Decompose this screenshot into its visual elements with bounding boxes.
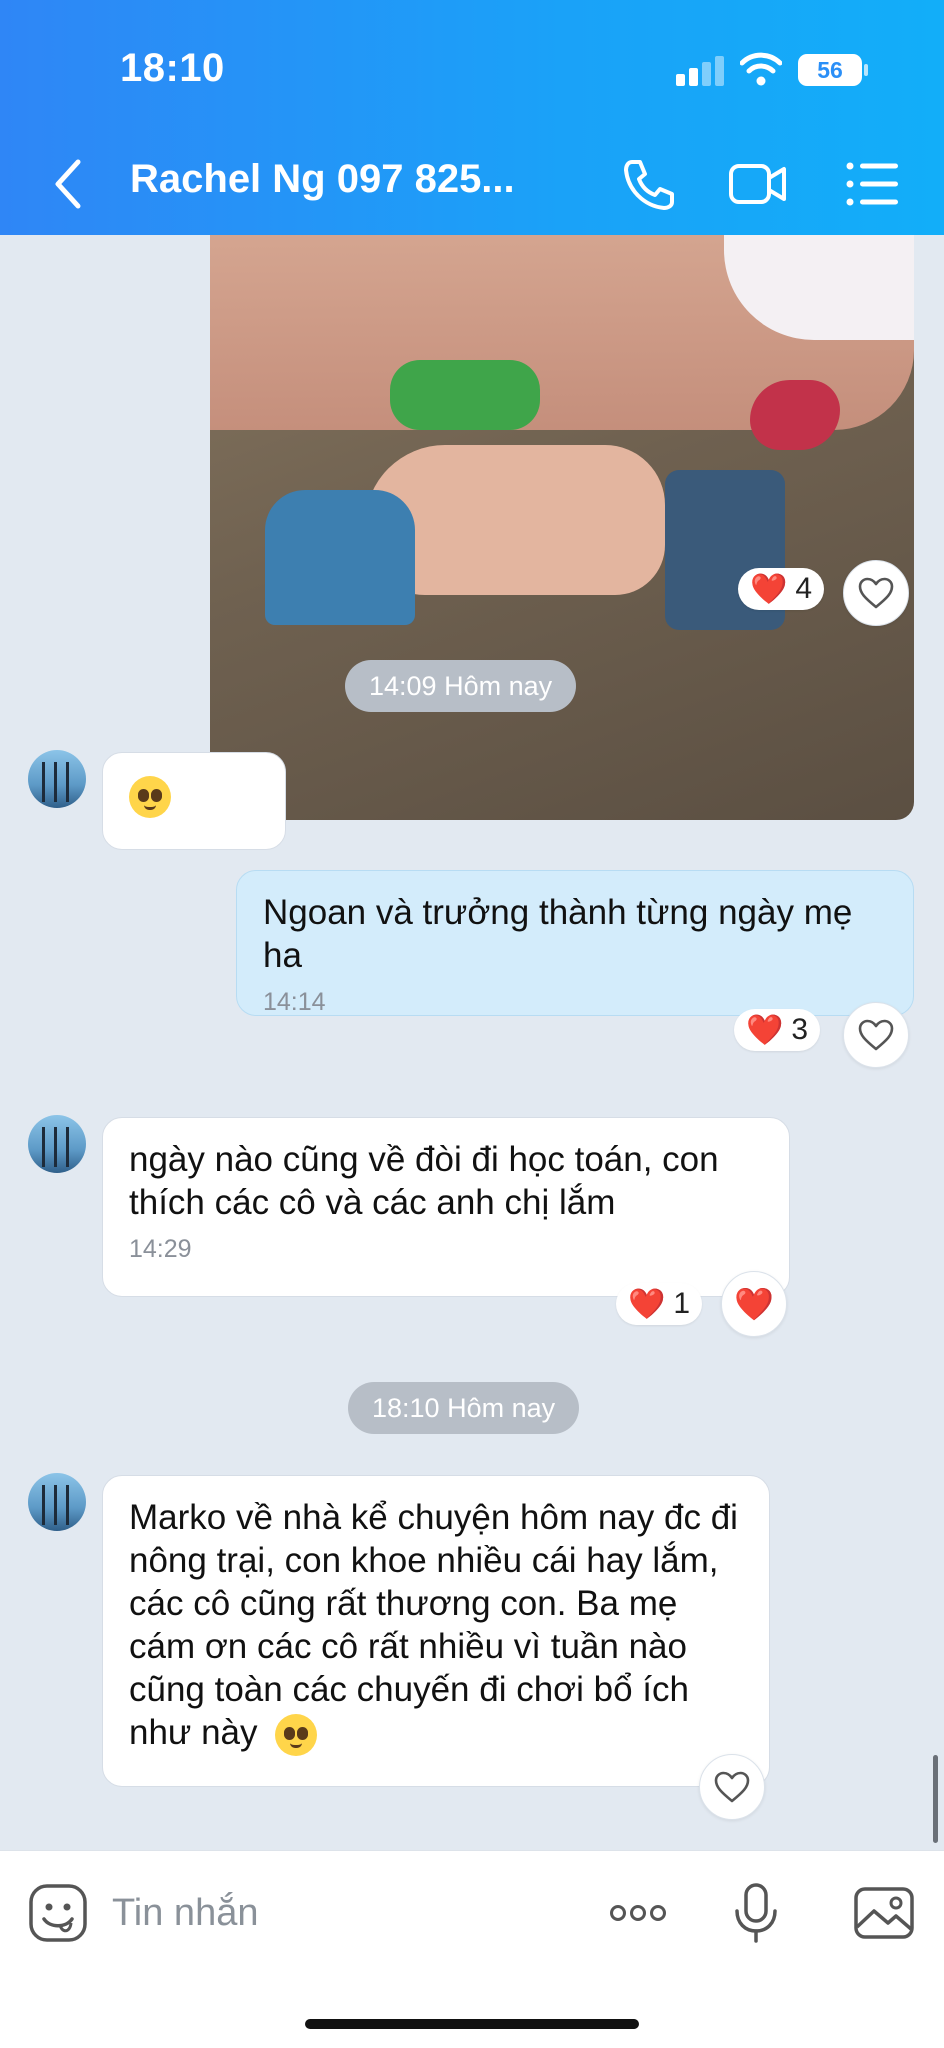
- phone-icon[interactable]: [618, 156, 678, 212]
- wifi-icon: [740, 52, 782, 86]
- message-bubble[interactable]: ngày nào cũng về đòi đi học toán, con th…: [102, 1117, 790, 1297]
- like-button[interactable]: [843, 560, 909, 626]
- video-camera-icon[interactable]: [728, 156, 788, 212]
- avatar[interactable]: [28, 1115, 86, 1173]
- photo-detail: [265, 490, 415, 625]
- message-bubble[interactable]: [102, 752, 286, 850]
- chevron-left-icon[interactable]: [44, 152, 96, 216]
- avatar-detail: [66, 1127, 69, 1167]
- status-time: 18:10: [120, 46, 225, 90]
- scrollbar[interactable]: [933, 1755, 938, 1843]
- avatar-detail: [54, 762, 57, 802]
- message-text: Ngoan và trưởng thành từng ngày mẹ ha: [263, 893, 853, 975]
- reaction-summary[interactable]: ❤️ 4: [738, 568, 825, 610]
- more-dots-icon[interactable]: [606, 1881, 670, 1945]
- avatar-detail: [42, 1127, 45, 1167]
- home-indicator: [305, 2019, 639, 2029]
- pleading-face-emoji: [275, 1713, 318, 1756]
- heart-reaction-icon: ❤️: [628, 1287, 666, 1321]
- reaction-count: 1: [673, 1287, 691, 1320]
- avatar-detail: [54, 1485, 57, 1525]
- reaction-summary[interactable]: ❤️ 3: [734, 1009, 821, 1051]
- photo-detail: [750, 380, 840, 450]
- message-time: 14:29: [129, 1235, 192, 1263]
- message-input[interactable]: [112, 1881, 572, 1945]
- heart-outline-icon: [714, 1771, 750, 1803]
- battery-cap: [864, 64, 868, 76]
- heart-reaction-icon: ❤️: [746, 1013, 784, 1047]
- avatar-detail: [66, 762, 69, 802]
- message-bubble[interactable]: Marko về nhà kể chuyện hôm nay đc đi nôn…: [102, 1475, 770, 1787]
- heart-outline-icon: [858, 577, 894, 609]
- avatar[interactable]: [28, 1473, 86, 1531]
- microphone-icon[interactable]: [724, 1881, 788, 1945]
- cellular-signal-icon: [676, 56, 724, 86]
- heart-reaction-icon: ❤️: [750, 572, 788, 606]
- reaction-summary[interactable]: ❤️ 1: [616, 1283, 703, 1325]
- avatar[interactable]: [28, 750, 86, 808]
- chat-title[interactable]: Rachel Ng 097 825...: [130, 157, 550, 202]
- time-separator: 18:10 Hôm nay: [348, 1382, 580, 1434]
- pleading-face-emoji: [129, 775, 171, 818]
- avatar-detail: [42, 762, 45, 802]
- photo-detail: [390, 360, 540, 430]
- avatar-detail: [42, 1485, 45, 1525]
- photo-message[interactable]: [210, 235, 914, 820]
- list-menu-icon[interactable]: [842, 156, 902, 212]
- avatar-detail: [54, 1127, 57, 1167]
- avatar-detail: [66, 1485, 69, 1525]
- reaction-count: 4: [795, 572, 813, 605]
- heart-outline-icon: [858, 1019, 894, 1051]
- chat-area[interactable]: ❤️ 4 14:09 Hôm nay Ngoan và trưởng thành…: [0, 235, 944, 1850]
- reaction-count: 3: [791, 1013, 809, 1046]
- message-bubble-mine[interactable]: Ngoan và trưởng thành từng ngày mẹ ha 14…: [236, 870, 914, 1016]
- liked-heart-button[interactable]: ❤️: [721, 1271, 787, 1337]
- message-text: Marko về nhà kể chuyện hôm nay đc đi nôn…: [129, 1498, 738, 1752]
- smiley-sticker-icon[interactable]: [26, 1881, 90, 1945]
- like-button[interactable]: [699, 1754, 765, 1820]
- chat-header: 18:10 56 Rachel Ng 097 825...: [0, 0, 944, 235]
- battery-indicator: 56: [798, 54, 862, 86]
- time-separator: 14:09 Hôm nay: [345, 660, 577, 712]
- image-gallery-icon[interactable]: [852, 1881, 916, 1945]
- message-text: ngày nào cũng về đòi đi học toán, con th…: [129, 1140, 719, 1222]
- like-button[interactable]: [843, 1002, 909, 1068]
- heart-filled-icon: ❤️: [734, 1286, 774, 1322]
- message-input-bar: [0, 1850, 944, 2048]
